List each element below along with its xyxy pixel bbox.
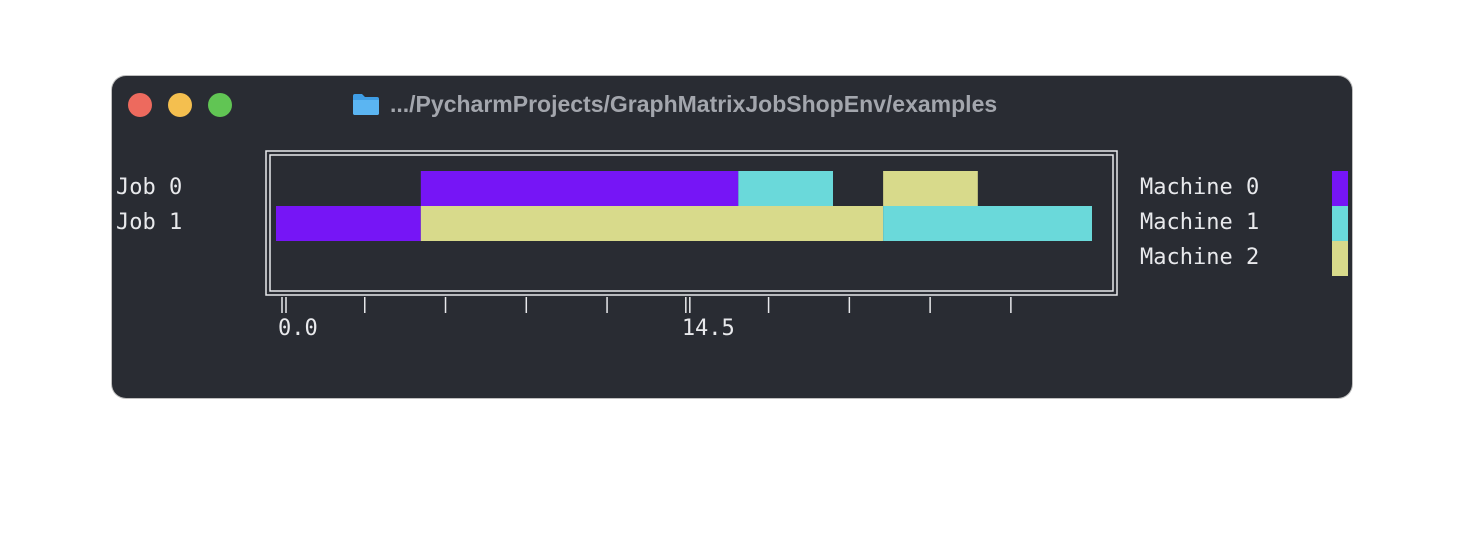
x-tick-label: 14.5: [681, 316, 735, 341]
task-bar: [420, 171, 739, 206]
legend-swatch: [1332, 241, 1348, 276]
task-bar: [883, 206, 1092, 241]
task-bar: [420, 206, 884, 241]
task-bar: [276, 206, 421, 241]
legend-label: Machine 2: [1140, 245, 1260, 270]
terminal-window: .../PycharmProjects/GraphMatrixJobShopEn…: [112, 76, 1352, 398]
legend-label: Machine 1: [1140, 210, 1260, 235]
job-label: Job 0: [116, 175, 183, 200]
x-tick-label: 0.0: [278, 316, 318, 341]
legend-label: Machine 0: [1140, 175, 1260, 200]
task-bar: [738, 171, 833, 206]
job-label: Job 1: [116, 210, 183, 235]
legend-swatch: [1332, 171, 1348, 206]
legend-swatch: [1332, 206, 1348, 241]
gantt-chart: [265, 150, 1348, 313]
task-bar: [883, 171, 978, 206]
